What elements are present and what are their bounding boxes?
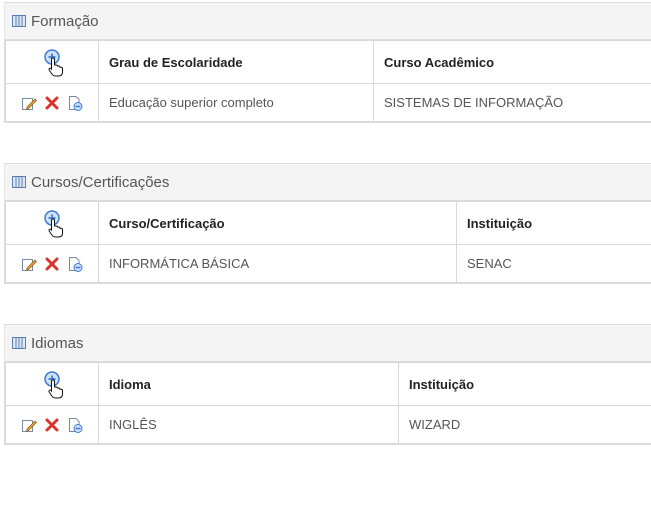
table-cell: SISTEMAS DE INFORMAÇÃO [373,83,651,122]
column-header: Curso/Certificação [98,201,457,245]
column-header: Curso Acadêmico [373,40,651,84]
panel-body: Idioma Instituição INGLÊS WIZARD [4,362,651,445]
table-row: INFORMÁTICA BÁSICA SENAC [5,244,651,283]
column-header: Instituição [398,362,651,406]
edit-icon[interactable] [21,417,37,433]
column-header: Grau de Escolaridade [98,40,374,84]
edit-icon[interactable] [21,256,37,272]
data-table: Idioma Instituição INGLÊS WIZARD [5,362,651,444]
panel-body: Curso/Certificação Instituição INFORMÁTI… [4,201,651,284]
delete-icon[interactable] [45,96,59,110]
column-header: Instituição [456,201,651,245]
panel-title: Cursos/Certificações [31,173,170,191]
table-cell: SENAC [456,244,651,283]
row-actions [5,83,99,122]
actions-header [5,362,99,406]
panel-header: Cursos/Certificações [4,163,651,201]
panel-cursos-certificacoes: Cursos/Certificações Curso/Certificação [4,163,651,284]
data-table: Curso/Certificação Instituição INFORMÁTI… [5,201,651,283]
delete-icon[interactable] [45,257,59,271]
grid-icon [12,15,26,27]
remove-icon[interactable] [67,95,83,111]
delete-icon[interactable] [45,418,59,432]
panel-formacao: Formação Grau de Escolaridade Curso Acad… [4,2,651,123]
table-header-row: Idioma Instituição [5,362,651,406]
data-table: Grau de Escolaridade Curso Acadêmico Edu… [5,40,651,122]
panel-title: Formação [31,12,99,30]
grid-icon [12,176,26,188]
row-actions [5,405,99,444]
panel-idiomas: Idiomas Idioma Instituição INGLÊS WIZARD [4,324,651,445]
table-row: INGLÊS WIZARD [5,405,651,444]
row-actions [5,244,99,283]
table-cell: WIZARD [398,405,651,444]
actions-header [5,201,99,245]
panel-title: Idiomas [31,334,84,352]
panel-header: Formação [4,2,651,40]
panel-header: Idiomas [4,324,651,362]
hand-pointer-icon [48,217,64,238]
remove-icon[interactable] [67,256,83,272]
table-header-row: Grau de Escolaridade Curso Acadêmico [5,40,651,84]
hand-pointer-icon [48,378,64,399]
remove-icon[interactable] [67,417,83,433]
hand-pointer-icon [48,56,64,77]
table-header-row: Curso/Certificação Instituição [5,201,651,245]
grid-icon [12,337,26,349]
table-row: Educação superior completo SISTEMAS DE I… [5,83,651,122]
table-cell: INGLÊS [98,405,399,444]
column-header: Idioma [98,362,399,406]
table-cell: INFORMÁTICA BÁSICA [98,244,457,283]
edit-icon[interactable] [21,95,37,111]
table-cell: Educação superior completo [98,83,374,122]
actions-header [5,40,99,84]
panel-body: Grau de Escolaridade Curso Acadêmico Edu… [4,40,651,123]
